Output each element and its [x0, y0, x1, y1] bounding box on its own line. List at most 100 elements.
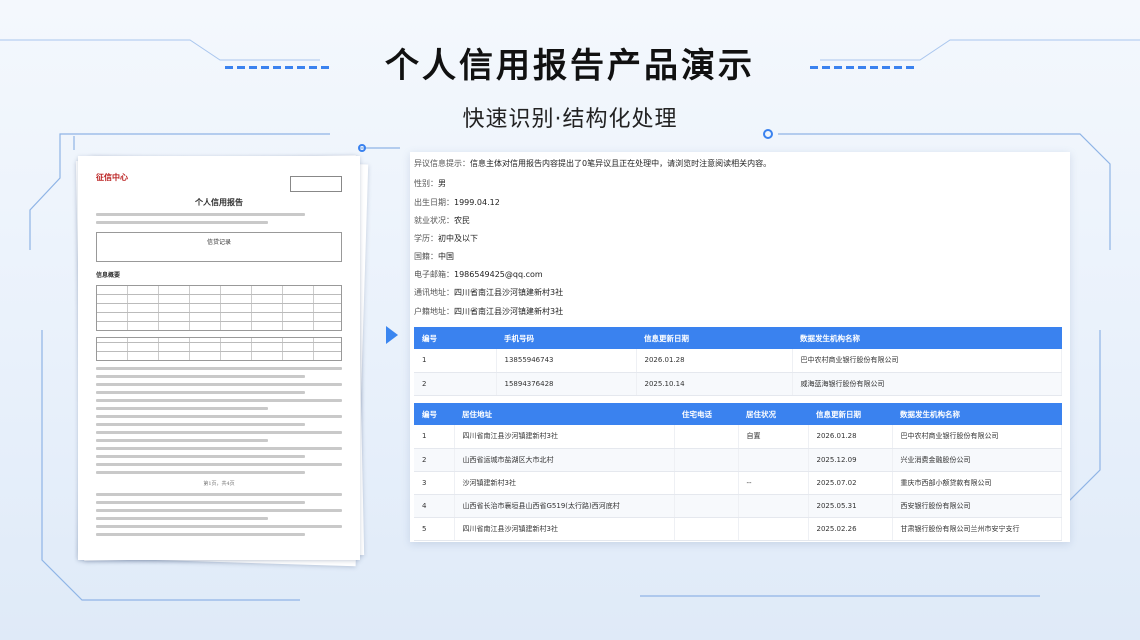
table-cell — [674, 471, 739, 495]
table-cell: 4 — [414, 494, 455, 518]
table-row: 4 山西省长治市襄垣县山西省G519(太行路)西河底村 2025.05.31 西… — [414, 494, 1062, 518]
address-col-address: 居住地址 — [454, 403, 674, 425]
table-cell: 巴中农村商业银行股份有限公司 — [892, 425, 1062, 449]
document-text-line — [96, 213, 306, 216]
education-value: 初中及以下 — [438, 234, 478, 243]
birth-value: 1999.04.12 — [454, 198, 500, 207]
document-text-line — [96, 383, 342, 386]
document-text-line — [96, 533, 306, 536]
nationality-row: 国籍：中国 — [414, 251, 454, 262]
phone-col-date: 信息更新日期 — [636, 327, 792, 349]
address-row: 通讯地址：四川省南江县沙河镇建新村3社 — [414, 287, 563, 298]
document-text-line — [96, 517, 269, 520]
table-cell: 兴业消费金融股份公司 — [892, 448, 1062, 472]
dispute-info-row: 异议信息提示：信息主体对信用报告内容提出了0笔异议且正在处理中，请浏览时注意阅读… — [414, 158, 771, 169]
address-col-status: 居住状况 — [738, 403, 808, 425]
document-text-line — [96, 493, 342, 496]
document-text-line — [96, 367, 342, 370]
document-text-line — [96, 221, 269, 224]
document-text-line — [96, 525, 342, 528]
table-cell: 威海蓝海银行股份有限公司 — [792, 372, 1062, 396]
birth-row: 出生日期：1999.04.12 — [414, 197, 500, 208]
document-text-line — [96, 399, 342, 402]
table-cell: 2025.05.31 — [808, 494, 893, 518]
table-cell — [738, 517, 809, 541]
gender-row: 性别：男 — [414, 178, 446, 189]
arrow-right-icon — [386, 326, 398, 344]
table-row: 2 山西省运城市盐湖区大市北村 2025.12.09 兴业消费金融股份公司 — [414, 448, 1062, 472]
table-cell: 2026.01.28 — [636, 349, 793, 373]
document-section-title: 信贷记录 — [206, 239, 231, 246]
table-cell: 5 — [414, 517, 455, 541]
document-text-line — [96, 455, 306, 458]
email-label: 电子邮箱： — [414, 270, 454, 279]
document-title: 个人信用报告 — [195, 197, 243, 207]
table-cell: 15894376428 — [496, 372, 637, 396]
phone-col-number: 手机号码 — [496, 327, 636, 349]
address-label: 通讯地址： — [414, 288, 454, 297]
table-cell: 2025.07.02 — [808, 471, 893, 495]
table-cell: 四川省南江县沙河镇建新村3社 — [454, 517, 675, 541]
phone-table: 编号 手机号码 信息更新日期 数据发生机构名称 1 13855946743 20… — [414, 327, 1062, 396]
document-summary-title: 信息概要 — [96, 272, 121, 279]
table-cell — [674, 425, 739, 449]
table-cell — [674, 494, 739, 518]
document-text-line — [96, 391, 306, 394]
dispute-label: 异议信息提示： — [414, 159, 470, 168]
table-row: 1 四川省南江县沙河镇建新村3社 自置 2026.01.28 巴中农村商业银行股… — [414, 425, 1062, 449]
table-cell: 2025.02.26 — [808, 517, 893, 541]
employment-label: 就业状况： — [414, 216, 454, 225]
table-cell: 2026.01.28 — [808, 425, 893, 449]
table-cell: 西安银行股份有限公司 — [892, 494, 1062, 518]
education-label: 学历： — [414, 234, 438, 243]
document-text-line — [96, 463, 342, 466]
table-cell — [674, 448, 739, 472]
education-row: 学历：初中及以下 — [414, 233, 478, 244]
document-stamp — [290, 176, 342, 192]
table-row: 5 四川省南江县沙河镇建新村3社 2025.02.26 甘肃银行股份有限公司兰州… — [414, 517, 1062, 541]
table-cell: 四川省南江县沙河镇建新村3社 — [454, 425, 675, 449]
phone-col-org: 数据发生机构名称 — [792, 327, 1062, 349]
address-col-phone: 住宅电话 — [674, 403, 738, 425]
hukou-row: 户籍地址：四川省南江县沙河镇建新村3社 — [414, 306, 563, 317]
nationality-label: 国籍： — [414, 252, 438, 261]
dispute-value: 信息主体对信用报告内容提出了0笔异议且正在处理中，请浏览时注意阅读相关内容。 — [470, 159, 772, 168]
address-table: 编号 居住地址 住宅电话 居住状况 信息更新日期 数据发生机构名称 1 四川省南… — [414, 403, 1062, 541]
table-cell: 1 — [414, 349, 497, 373]
address-col-id: 编号 — [414, 403, 454, 425]
table-cell — [674, 517, 739, 541]
table-cell: 1 — [414, 425, 455, 449]
document-text-line — [96, 431, 342, 434]
address-col-date: 信息更新日期 — [808, 403, 892, 425]
table-cell: 山西省运城市盐湖区大市北村 — [454, 448, 675, 472]
table-row: 3 沙河镇建新村3社 -- 2025.07.02 重庆市西部小额贷款有限公司 — [414, 471, 1062, 495]
birth-label: 出生日期： — [414, 198, 454, 207]
table-cell: 2 — [414, 372, 497, 396]
nationality-value: 中国 — [438, 252, 454, 261]
document-text-line — [96, 501, 306, 504]
page-subtitle: 快速识别·结构化处理 — [462, 107, 678, 132]
table-cell: 山西省长治市襄垣县山西省G519(太行路)西河底村 — [454, 494, 675, 518]
document-summary-table — [96, 337, 342, 361]
document-page-number: 第1页，共4页 — [203, 481, 235, 487]
table-cell: 甘肃银行股份有限公司兰州市安宁支行 — [892, 517, 1062, 541]
document-text-line — [96, 423, 306, 426]
phone-col-id: 编号 — [414, 327, 496, 349]
table-cell — [738, 448, 809, 472]
email-value: 1986549425@qq.com — [454, 270, 543, 279]
hukou-label: 户籍地址： — [414, 307, 454, 316]
document-text-line — [96, 509, 342, 512]
document-text-line — [96, 415, 342, 418]
gender-label: 性别： — [414, 179, 438, 188]
table-cell: 2025.12.09 — [808, 448, 893, 472]
document-summary-table — [96, 285, 342, 331]
document-section-box: 信贷记录 — [96, 232, 342, 262]
table-row: 2 15894376428 2025.10.14 威海蓝海银行股份有限公司 — [414, 372, 1062, 396]
table-cell: 2 — [414, 448, 455, 472]
table-cell: 重庆市西部小额贷款有限公司 — [892, 471, 1062, 495]
structured-result-panel: 异议信息提示：信息主体对信用报告内容提出了0笔异议且正在处理中，请浏览时注意阅读… — [410, 152, 1070, 542]
document-text-line — [96, 447, 342, 450]
address-col-org: 数据发生机构名称 — [892, 403, 1062, 425]
table-cell — [738, 494, 809, 518]
table-cell: 3 — [414, 471, 455, 495]
